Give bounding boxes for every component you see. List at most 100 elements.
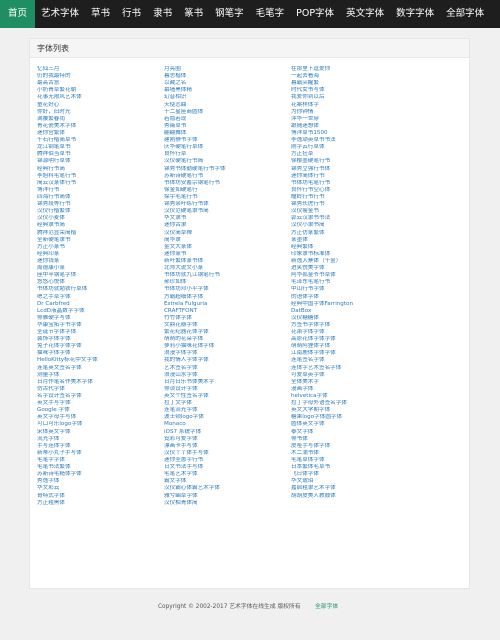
- font-link[interactable]: 拉丁文字体: [164, 400, 290, 407]
- font-link[interactable]: 测量字体: [37, 372, 163, 379]
- font-link[interactable]: 翩翩舞体: [164, 130, 290, 137]
- font-link[interactable]: 江南鹿体字体字体: [291, 350, 417, 357]
- font-link[interactable]: 圣诞节字体字体: [37, 329, 163, 336]
- font-link[interactable]: Monaco: [164, 421, 290, 428]
- font-link[interactable]: 阿华孤金爷书草体: [291, 272, 417, 279]
- font-link[interactable]: 毛笔草体字体: [291, 457, 417, 464]
- font-link[interactable]: 金文大篆体: [164, 244, 290, 251]
- font-link[interactable]: 四海行书简体: [37, 194, 163, 201]
- nav-item[interactable]: 数字字体: [390, 0, 440, 28]
- font-link[interactable]: 花事无限风艺术体: [37, 94, 163, 101]
- font-link[interactable]: 仿古代字体: [37, 386, 163, 393]
- font-link[interactable]: 时代女书写体: [291, 87, 417, 94]
- font-link[interactable]: 篆墨体: [291, 237, 417, 244]
- font-link[interactable]: 以藏之名: [164, 80, 290, 87]
- nav-item[interactable]: 艺术字体: [35, 0, 85, 28]
- font-link[interactable]: 郝珍如体: [164, 279, 290, 286]
- nav-item[interactable]: 毛笔字: [250, 0, 291, 28]
- font-link[interactable]: 的语体字体: [291, 294, 417, 301]
- font-link[interactable]: 书体坊毛笔行书: [291, 180, 417, 187]
- font-link[interactable]: 胡胡皮美人教鼓体: [291, 493, 417, 500]
- font-link[interactable]: 皮哑手写体字体: [291, 443, 417, 450]
- font-link[interactable]: 若隐若现: [164, 116, 290, 123]
- font-link[interactable]: 进笑悦美字体: [291, 265, 417, 272]
- font-link[interactable]: 北师大说文小篆: [164, 265, 290, 272]
- font-link[interactable]: 嘉启粗隶艺术字体: [291, 485, 417, 492]
- font-link[interactable]: 迷你篆书: [164, 251, 290, 258]
- font-link[interactable]: 书体坊邓小平字体: [164, 286, 290, 293]
- font-link[interactable]: 悠悠心悦体: [37, 279, 163, 286]
- font-link[interactable]: 日月作笔名作美术字体: [37, 379, 163, 386]
- font-link[interactable]: 雅兮幽草字体: [164, 493, 290, 500]
- font-link[interactable]: 汉仪硬笔行书简: [164, 158, 290, 165]
- font-link[interactable]: 简云汉篆体行书: [37, 180, 163, 187]
- font-link[interactable]: 汉仪简草禅: [164, 230, 290, 237]
- nav-item[interactable]: 行书: [116, 0, 147, 28]
- font-link[interactable]: 新叶繁体篆书体: [164, 258, 290, 265]
- font-link[interactable]: 英文个性签名字体: [164, 393, 290, 400]
- font-link[interactable]: 飞日体字体: [291, 471, 417, 478]
- font-link[interactable]: 一起去看海: [291, 73, 417, 80]
- font-link[interactable]: 锦秀书体勤硬笔行书字体: [164, 166, 290, 173]
- font-link[interactable]: 毛笔艺术字体: [164, 471, 290, 478]
- font-link[interactable]: 暮志楷体: [164, 73, 290, 80]
- font-link[interactable]: 龙江钢笔草书: [37, 144, 163, 151]
- font-link[interactable]: 流光字体: [37, 436, 163, 443]
- font-link[interactable]: 繁花纪器花体字体: [164, 329, 290, 336]
- font-link[interactable]: 俳谈设计字体: [164, 386, 290, 393]
- font-link[interactable]: 迷你简体行书: [291, 173, 417, 180]
- font-link[interactable]: 日文书法手写体: [164, 464, 290, 471]
- font-link[interactable]: 经典行书简: [37, 166, 163, 173]
- font-link[interactable]: 新蒂小丸子手写体: [37, 450, 163, 457]
- font-link[interactable]: 跟随迷想体: [291, 123, 417, 130]
- font-link[interactable]: 可爱草英字体: [291, 372, 417, 379]
- font-link[interactable]: 华文琥珀: [291, 478, 417, 485]
- font-link[interactable]: 萍华一世穿: [291, 116, 417, 123]
- font-link[interactable]: 萌萌阿狸体字体: [291, 343, 417, 350]
- footer-all-fonts-link[interactable]: 全部字体: [315, 601, 338, 610]
- font-link[interactable]: 方正仿篆繁体: [291, 230, 417, 237]
- font-link[interactable]: 霸文字体: [164, 478, 290, 485]
- font-link[interactable]: 汉仪丫丫体手写体: [164, 450, 290, 457]
- font-link[interactable]: 波士顿logo字体: [164, 414, 290, 421]
- font-link[interactable]: 小奶青草繁花朝: [37, 87, 163, 94]
- font-link[interactable]: 连笔英文签名字体: [37, 365, 163, 372]
- font-link[interactable]: 书体坊就九江钢笔行书: [164, 272, 290, 279]
- font-link[interactable]: 方正小篆书: [37, 244, 163, 251]
- font-link[interactable]: 为你钟情: [291, 109, 417, 116]
- font-link[interactable]: 萌萌的花朵字体: [164, 336, 290, 343]
- nav-item[interactable]: POP字体: [290, 0, 340, 28]
- font-link[interactable]: 秀薇草书: [164, 123, 290, 130]
- font-link[interactable]: 名字设计签名字体: [37, 393, 163, 400]
- nav-item[interactable]: 草书: [85, 0, 116, 28]
- font-link[interactable]: 探宇毛笔行书: [164, 194, 290, 201]
- font-link[interactable]: 连体字艺术签名字体: [291, 365, 417, 372]
- font-link[interactable]: 经典隶书简: [37, 222, 163, 229]
- font-link[interactable]: 汉仪范硬笔隶书简: [164, 208, 290, 215]
- font-link[interactable]: 可口可乐logo字体: [37, 421, 163, 428]
- font-link[interactable]: 哥特式字体: [37, 493, 163, 500]
- font-link[interactable]: 李旭科毛笔行书: [37, 173, 163, 180]
- font-link[interactable]: 月亮圈: [164, 66, 290, 73]
- font-link[interactable]: 英文手写字体: [37, 400, 163, 407]
- font-link[interactable]: 幻音相识: [164, 94, 290, 101]
- font-link[interactable]: 李逸顽英草书书法: [291, 137, 417, 144]
- font-link[interactable]: 简华隶: [164, 237, 290, 244]
- font-link[interactable]: 博洋草书1500: [291, 130, 417, 137]
- font-link[interactable]: 锦秀长虎行书: [291, 201, 417, 208]
- font-link[interactable]: 华文隶书: [164, 215, 290, 222]
- font-link[interactable]: 迷你圣愚字行书: [164, 457, 290, 464]
- font-link[interactable]: 漂画卡手写体: [164, 443, 290, 450]
- font-link[interactable]: 迷你宫繁体: [37, 130, 163, 137]
- font-link[interactable]: 汉仪小麦体: [37, 215, 163, 222]
- font-link[interactable]: 经典中国字体Farrington: [291, 301, 417, 308]
- font-link[interactable]: 方正狂草: [291, 151, 417, 158]
- font-link[interactable]: helvetica字体: [291, 393, 417, 400]
- font-link[interactable]: 全体美术字: [291, 379, 417, 386]
- font-link[interactable]: DatBox: [291, 308, 417, 315]
- font-link[interactable]: 毛笔字字体: [37, 457, 163, 464]
- font-link[interactable]: 俳雅硬字写体: [37, 315, 163, 322]
- font-link[interactable]: 十二星座商圆体: [164, 109, 290, 116]
- nav-item[interactable]: 全部字体: [440, 0, 490, 28]
- font-link[interactable]: 锦源明行草体: [37, 158, 163, 165]
